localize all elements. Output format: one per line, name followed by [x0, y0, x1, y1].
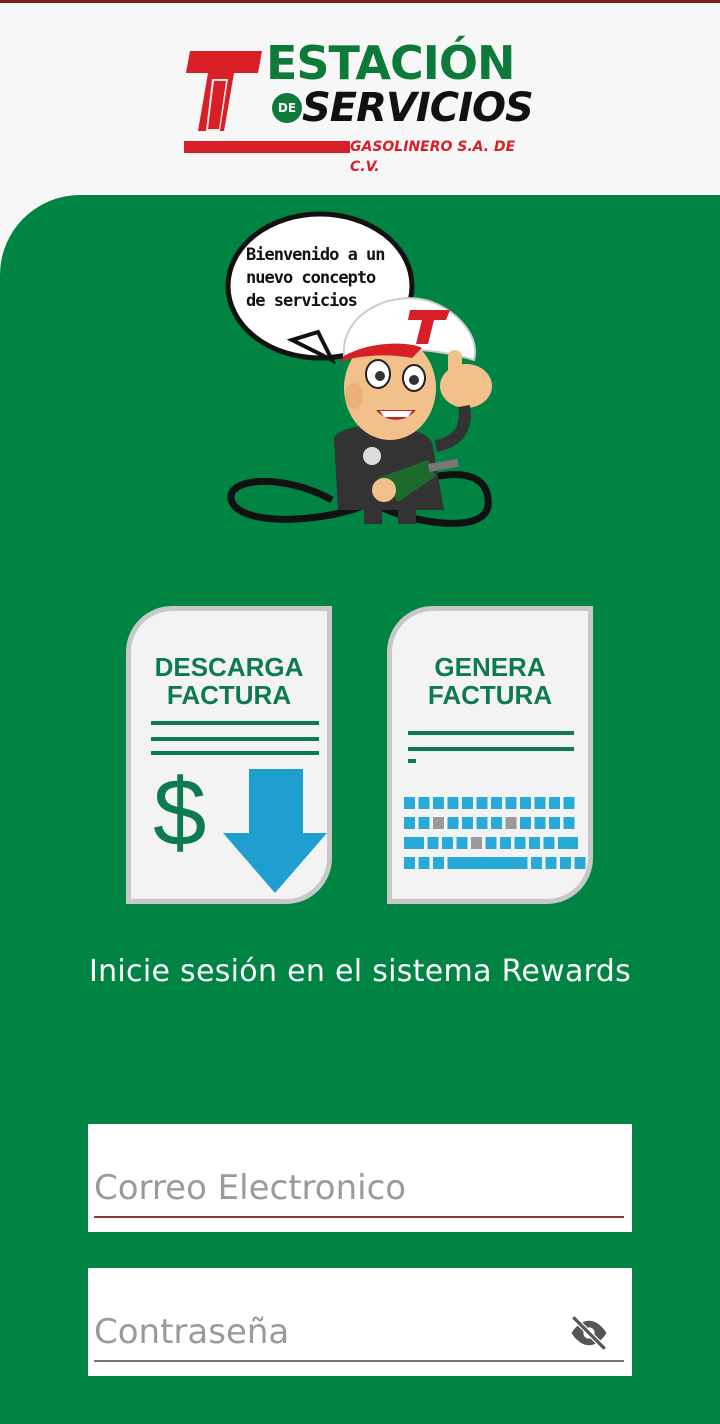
keyboard-key [514, 837, 526, 849]
keyboard-icon [404, 797, 586, 869]
keyboard-key [500, 837, 511, 849]
keyboard-key [447, 857, 528, 869]
keyboard-key [404, 837, 424, 849]
mascot-speech-text: Bienvenido a un nuevo concepto de servic… [246, 245, 386, 311]
keyboard-key [476, 797, 488, 809]
password-input[interactable] [94, 1304, 624, 1362]
email-input[interactable] [94, 1160, 624, 1218]
keyboard-key [404, 857, 415, 869]
keyboard-key [563, 797, 575, 809]
keyboard-key [574, 857, 586, 869]
keyboard-key [505, 797, 517, 809]
keyboard-key [433, 857, 444, 869]
download-arrow-icon [223, 769, 327, 893]
keyboard-key [418, 797, 430, 809]
brand-logo-mark [186, 51, 262, 131]
keyboard-key [485, 837, 497, 849]
keyboard-key [456, 837, 468, 849]
keyboard-key [427, 837, 439, 849]
keyboard-key [447, 797, 459, 809]
brand-line2: SERVICIOS [302, 85, 534, 131]
keyboard-key [520, 817, 531, 829]
keyboard-key [442, 837, 453, 849]
brand-line3: GASOLINERO S.A. DE C.V. [350, 139, 516, 175]
keyboard-key [418, 817, 430, 829]
keyboard-key [462, 817, 473, 829]
keyboard-key [433, 797, 444, 809]
login-prompt: Inicie sesión en el sistema Rewards [88, 954, 632, 989]
keyboard-key [462, 797, 473, 809]
brand-line1: ESTACIÓN [266, 36, 515, 90]
keyboard-key [529, 837, 540, 849]
keyboard-key [531, 857, 542, 869]
password-field [88, 1268, 632, 1376]
keyboard-key [471, 837, 482, 849]
keyboard-key [543, 837, 555, 849]
keyboard-key [505, 817, 517, 829]
keyboard-key [433, 817, 444, 829]
keyboard-key [558, 837, 578, 849]
brand-de-badge: DE [272, 93, 302, 123]
keyboard-key [491, 817, 502, 829]
keyboard-key [563, 817, 575, 829]
keyboard-key [404, 817, 415, 829]
email-field [88, 1124, 632, 1232]
keyboard-key [476, 817, 488, 829]
keyboard-key [447, 817, 459, 829]
keyboard-key [549, 817, 560, 829]
brand-logo: ESTACIÓN DE SERVICIOS GASOLINERO S.A. DE… [184, 36, 544, 175]
keyboard-key [545, 857, 557, 869]
keyboard-key [534, 797, 546, 809]
eye-off-icon[interactable] [568, 1312, 610, 1354]
keyboard-key [549, 797, 560, 809]
keyboard-key [520, 797, 531, 809]
header: ESTACIÓN DE SERVICIOS GASOLINERO S.A. DE… [0, 3, 720, 195]
keyboard-key [560, 857, 571, 869]
keyboard-key [418, 857, 430, 869]
mascot-illustration: Bienvenido a un nuevo concepto de servic… [222, 210, 498, 536]
dollar-icon: $ [153, 759, 206, 866]
brand-red-bar [184, 141, 350, 153]
keyboard-key [534, 817, 546, 829]
generate-invoice-graphic [404, 731, 586, 869]
keyboard-key [404, 797, 415, 809]
download-invoice-button[interactable]: DESCARGA FACTURA $ [126, 606, 332, 904]
download-invoice-graphic: $ [151, 721, 327, 893]
keyboard-key [491, 797, 502, 809]
generate-invoice-button[interactable]: GENERA FACTURA [387, 606, 593, 904]
